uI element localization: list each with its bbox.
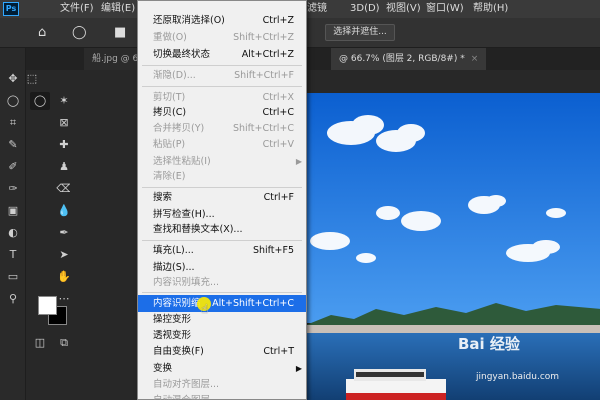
menu-item-auto-blend-layers[interactable]: 自动混合图层... [138,392,306,400]
watermark-logo: Bai 经验 [458,335,520,353]
menu-view[interactable]: 视图(V) [386,3,421,15]
photoshop-logo: Ps [3,2,19,16]
tab-document-2[interactable]: @ 66.7% (图层 2, RGB/8#) * × [331,48,487,70]
history-brush-icon[interactable]: ✑ [3,180,23,198]
menu-item-clear[interactable]: 清除(E) [138,168,306,185]
lasso-tool-option-icon[interactable]: ◯ [72,26,87,40]
menu-separator [142,187,302,188]
lasso-tool-selected-icon[interactable]: ◯ [30,92,50,110]
new-selection-icon[interactable]: ■ [114,26,126,40]
edit-menu-dropdown: 还原取消选择(O) Ctrl+Z 重做(O) Shift+Ctrl+Z 切换最终状态… [137,0,307,400]
document-image [305,93,600,400]
menu-item-auto-align-layers[interactable]: 自动对齐图层... [138,376,306,393]
menu-edit[interactable]: 编辑(E) [101,3,135,15]
menu-separator [142,65,302,66]
menu-item-copy[interactable]: 拷贝(C) Ctrl+C [138,104,306,121]
crop-tool-icon[interactable]: ⌗ [3,114,23,132]
lasso-tool-icon[interactable]: ◯ [3,92,23,110]
brush-tool-icon[interactable]: ✐ [3,158,23,176]
marquee-tool-icon[interactable]: ⬚ [22,70,42,88]
menu-item-find-replace[interactable]: 查找和替换文本(X)... [138,221,306,238]
tab-title: @ 66.7% (图层 2, RGB/8#) * [339,54,465,64]
menu-help[interactable]: 帮助(H) [473,3,508,15]
menu-item-fade[interactable]: 渐隐(D)... Shift+Ctrl+F [138,67,306,84]
menu-file[interactable]: 文件(F) [60,3,94,15]
eyedropper-tool-icon[interactable]: ✎ [3,136,23,154]
sea-photo [306,93,600,400]
menu-item-fill[interactable]: 填充(L)... Shift+F5 [138,242,306,259]
watermark-url: jingyan.baidu.com [476,372,560,382]
zoom-tool-icon[interactable]: ⚲ [3,290,23,308]
quick-mask-icon[interactable]: ◫ [30,334,50,352]
pointer-cursor-icon: ☝ [201,302,209,316]
home-icon[interactable]: ⌂ [38,26,46,40]
menu-item-puppet-warp[interactable]: 操控变形 [138,311,306,328]
menu-separator [142,292,302,293]
type-tool-icon[interactable]: T [3,246,23,264]
gradient-tool-icon[interactable]: ▣ [3,202,23,220]
menu-filter[interactable]: 滤镜 [307,3,327,15]
menu-item-redo[interactable]: 重做(O) Shift+Ctrl+Z [138,29,306,46]
move-tool-icon[interactable]: ✥ [3,70,23,88]
menu-item-copy-merged[interactable]: 合并拷贝(Y) Shift+Ctrl+C [138,120,306,137]
document-tab-bar: 船.jpg @ 66 @ 66.7% (图层 2, RGB/8#) * × [26,48,600,70]
menu-separator [142,86,302,87]
menu-item-content-aware-fill[interactable]: 内容识别填充... [138,274,306,291]
tools-panel: ✥ ◯ ⌗ ✎ ✐ ✑ ▣ ◐ T ▭ ⚲ [0,48,26,400]
menu-window[interactable]: 窗口(W) [426,3,464,15]
photoshop-window: Ps 文件(F) 编辑(E) 滤镜 3D(D) 视图(V) 窗口(W) 帮助(H… [0,0,600,400]
shape-tool-icon[interactable]: ▭ [3,268,23,286]
menu-3d[interactable]: 3D(D) [350,3,380,15]
dodge-tool-icon[interactable]: ◐ [3,224,23,242]
menu-item-search[interactable]: 搜索 Ctrl+F [138,189,306,206]
menu-item-paste[interactable]: 粘贴(P) Ctrl+V [138,136,306,153]
menu-item-undo[interactable]: 还原取消选择(O) Ctrl+Z [138,12,306,29]
close-icon[interactable]: × [471,54,479,64]
foreground-color-swatch[interactable] [38,296,57,315]
menu-item-content-aware-scale[interactable]: 内容识别缩 Alt+Shift+Ctrl+C [138,295,306,312]
select-and-mask-button[interactable]: 选择并遮住... [325,24,395,41]
menu-item-transform[interactable]: 变换 ▶ [138,360,306,377]
menu-separator [142,240,302,241]
menu-item-perspective-warp[interactable]: 透视变形 [138,327,306,344]
submenu-arrow-icon: ▶ [295,364,302,373]
menu-item-free-transform[interactable]: 自由变换(F) Ctrl+T [138,343,306,360]
menu-item-toggle-last-state[interactable]: 切换最终状态 Alt+Ctrl+Z [138,46,306,63]
